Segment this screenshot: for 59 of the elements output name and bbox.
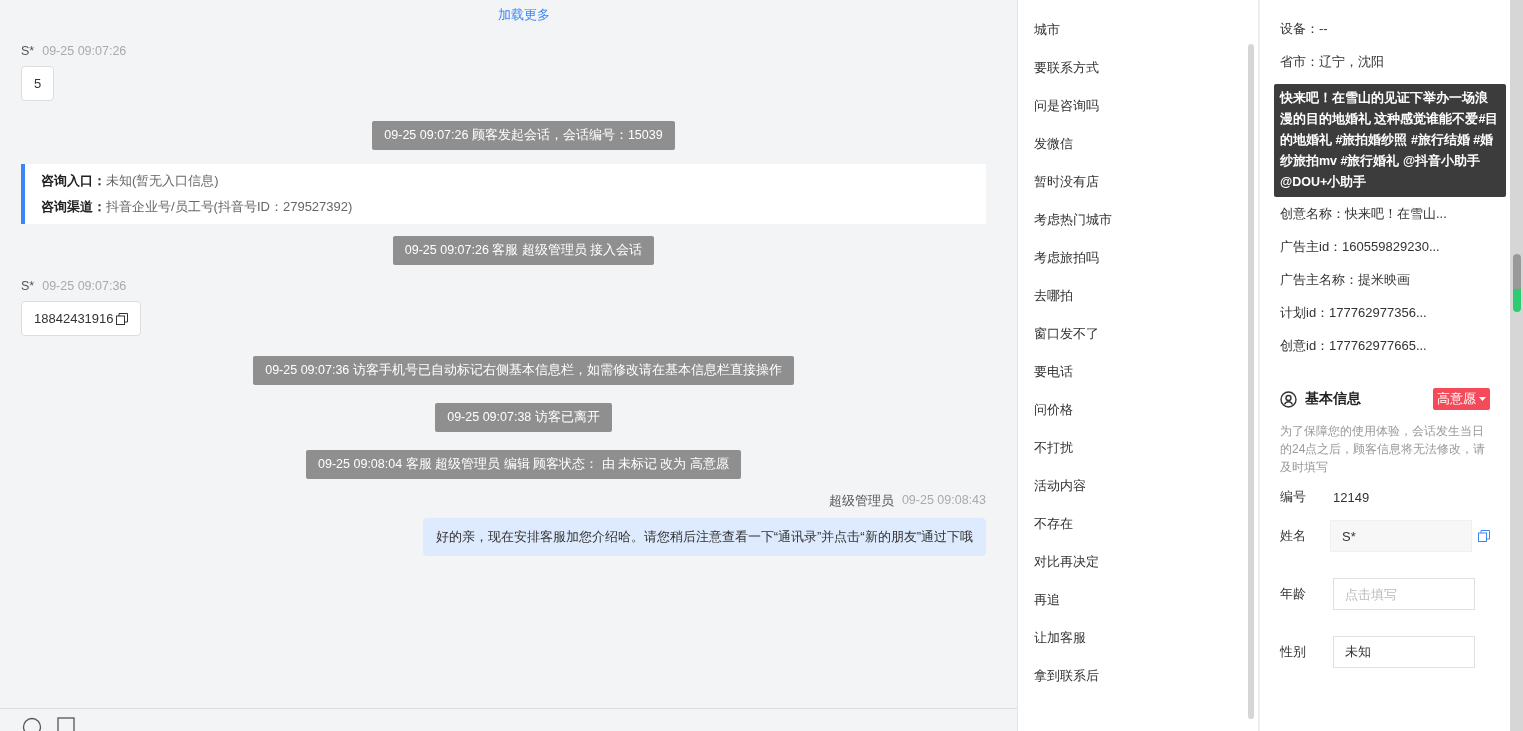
caret-icon [1479, 397, 1486, 401]
quick-reply-item[interactable]: 要联系方式 [1018, 58, 1248, 96]
info-row-text: 省市：辽宁，沈阳 [1280, 53, 1385, 71]
quick-reply-item[interactable]: 考虑热门城市 [1018, 210, 1248, 248]
tooltip: 快来吧！在雪山的见证下举办一场浪漫的目的地婚礼 这种感觉谁能不爱#目的地婚礼 #旅拍婚纱照 #旅行结婚 #婚纱旅拍mv #旅行婚礼 @抖音小助手 @DOU+小助手 [1274, 84, 1506, 197]
field-label: 年龄 [1280, 585, 1307, 603]
info-row-text: 广告主名称：提米映画 [1280, 271, 1411, 289]
message-time: 09-25 09:07:36 [42, 279, 127, 293]
quick-reply-item[interactable]: 不存在 [1018, 514, 1248, 552]
info-row-text: 设备：-- [1280, 20, 1329, 38]
info-row-text: 创意名称：快来吧！在雪山... [1280, 205, 1448, 223]
system-notice: 09-25 09:07:26 客服 超级管理员 接入会话 [392, 236, 655, 265]
quick-reply-item[interactable]: 发微信 [1018, 134, 1248, 172]
message-bubble: 好的亲，现在安排客服加您介绍哈。请您稍后注意查看一下“通讯录”并点击“新的朋友”通过下哦 [422, 518, 986, 556]
sender-name: S* [21, 44, 35, 58]
quick-reply-item[interactable]: 再追 [1018, 590, 1248, 628]
info-row-text: 广告主id：160559829230... [1280, 238, 1441, 256]
field-label: 编号 [1280, 488, 1307, 506]
input-field[interactable]: 点击填写 [1333, 578, 1475, 610]
scrollbar-thumb[interactable] [1512, 254, 1521, 312]
image-icon[interactable] [56, 717, 76, 731]
system-notice: 09-25 09:07:26 顾客发起会话，会话编号：15039 [372, 121, 675, 150]
message-bubble: 18842431916 [21, 301, 141, 336]
field-value: 12149 [1333, 489, 1370, 505]
quick-reply-item[interactable]: 不打扰 [1018, 438, 1248, 476]
message-time: 09-25 09:07:26 [42, 44, 127, 58]
system-notice: 09-25 09:07:38 访客已离开 [435, 403, 612, 432]
notice-text: 为了保障您的使用体验，会话发生当日的24点之后，顾客信息将无法修改，请及时填写 [1280, 423, 1487, 476]
quick-reply-item[interactable]: 问是咨询吗 [1018, 96, 1248, 134]
entry-row-text: 咨询渠道：抖音企业号/员工号(抖音号ID：279527392) [41, 198, 354, 216]
message-bubble: 5 [21, 66, 55, 101]
user-circle-icon [1280, 390, 1297, 408]
status-tag[interactable]: 高意愿 [1433, 388, 1490, 410]
quick-reply-item[interactable]: 暂时没有店 [1018, 172, 1248, 210]
quick-reply-item[interactable]: 窗口发不了 [1018, 324, 1248, 362]
quick-reply-item[interactable]: 拿到联系后 [1018, 666, 1248, 704]
quick-reply-item[interactable]: 对比再决定 [1018, 552, 1248, 590]
sender-name: S* [21, 279, 35, 293]
field-label: 性别 [1280, 643, 1307, 661]
info-row-text: 创意id：177762977665... [1280, 337, 1428, 355]
message-time: 09-25 09:08:43 [901, 493, 986, 509]
sender-name: 超级管理员 [828, 493, 894, 510]
quick-reply-item[interactable]: 考虑旅拍吗 [1018, 248, 1248, 286]
field-label: 姓名 [1280, 527, 1307, 545]
quick-reply-item[interactable]: 活动内容 [1018, 476, 1248, 514]
quick-reply-item[interactable]: 去哪拍 [1018, 286, 1248, 324]
input-field[interactable]: 未知 [1333, 636, 1475, 668]
copy-icon[interactable] [115, 312, 128, 325]
system-notice: 09-25 09:07:36 访客手机号已自动标记右侧基本信息栏，如需修改请在基本信息栏直接操作 [253, 356, 794, 385]
entry-row-text: 咨询入口：未知(暂无入口信息) [41, 172, 220, 190]
quick-reply-item[interactable]: 要电话 [1018, 362, 1248, 400]
system-notice: 09-25 09:08:04 客服 超级管理员 编辑 顾客状态： 由 未标记 改为 高意愿 [306, 450, 741, 479]
quick-reply-item[interactable]: 让加客服 [1018, 628, 1248, 666]
scrollbar[interactable] [1248, 44, 1254, 719]
smiley-icon[interactable] [22, 717, 42, 731]
quick-reply-item[interactable]: 问价格 [1018, 400, 1248, 438]
section-title: 基本信息 [1305, 390, 1362, 408]
quick-reply-item[interactable]: 城市 [1018, 20, 1248, 58]
info-row-text: 计划id：177762977356... [1280, 304, 1428, 322]
